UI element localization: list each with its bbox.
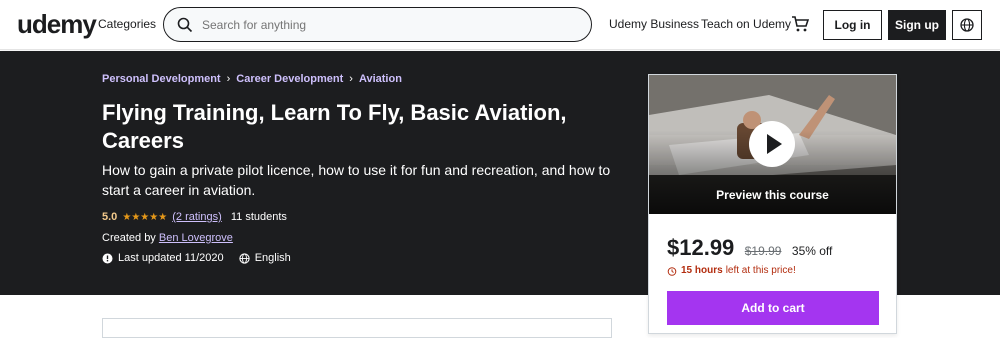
add-to-cart-button[interactable]: Add to cart — [667, 291, 879, 325]
star-rating-icon: ★★★★★ — [122, 212, 168, 223]
search-icon[interactable] — [177, 17, 193, 33]
udemy-business-link[interactable]: Udemy Business — [609, 17, 699, 31]
course-subtitle: How to gain a private pilot licence, how… — [102, 162, 611, 198]
rating-row: 5.0 ★★★★★ (2 ratings) 11 students — [102, 211, 287, 223]
login-button[interactable]: Log in — [823, 10, 882, 40]
rating-score: 5.0 — [102, 211, 118, 223]
globe-icon — [239, 252, 250, 264]
play-icon[interactable] — [749, 121, 795, 167]
logo-text: udemy — [17, 9, 97, 39]
timer-text: left at this price! — [725, 265, 796, 276]
last-updated: Last updated 11/2020 — [118, 252, 224, 264]
chevron-right-icon: › — [226, 73, 231, 85]
ratings-count-link[interactable]: (2 ratings) — [172, 211, 222, 223]
chevron-right-icon: › — [349, 73, 353, 85]
alert-badge-icon — [102, 253, 113, 263]
course-meta: Last updated 11/2020 English — [102, 252, 303, 267]
breadcrumb-item-personal-development[interactable]: Personal Development — [102, 73, 221, 85]
original-price: $19.99 — [744, 244, 782, 258]
course-language: English — [254, 252, 291, 264]
instructor-link[interactable]: Ben Lovegrove — [159, 232, 233, 244]
breadcrumb-item-aviation[interactable]: Aviation — [359, 73, 402, 85]
current-price: $12.99 — [667, 235, 735, 260]
timer-hours: 15 hours — [681, 265, 723, 276]
alarm-clock-icon — [667, 266, 677, 276]
search-bar[interactable] — [163, 7, 592, 42]
udemy-logo[interactable]: udemy — [17, 9, 97, 40]
students-count: 11 students — [230, 211, 287, 223]
preview-course-label[interactable]: Preview this course — [649, 188, 896, 202]
breadcrumb: Personal Development › Career Development ›… — [102, 73, 402, 85]
sale-timer: 15 hours left at this price! — [667, 265, 796, 276]
breadcrumb-item-career-development[interactable]: Career Development — [236, 73, 343, 85]
discount-percent: 35% off — [791, 244, 833, 258]
created-by-label: Created by — [102, 232, 156, 244]
course-title: Flying Training, Learn To Fly, Basic Avi… — [102, 100, 567, 153]
price-row: $12.99 $19.99 35% off — [667, 235, 832, 261]
created-by: Created by Ben Lovegrove — [102, 232, 233, 244]
shopping-cart-icon[interactable] — [791, 15, 809, 33]
purchase-card: Preview this course $12.99 $19.99 35% of… — [648, 74, 897, 334]
course-preview[interactable]: Preview this course — [649, 75, 896, 214]
what-you-will-learn-box — [102, 318, 612, 338]
globe-icon — [960, 18, 974, 32]
categories-link[interactable]: Categories — [98, 17, 156, 31]
search-input[interactable] — [202, 16, 572, 34]
language-button[interactable] — [952, 10, 982, 40]
top-header: udemy Categories Udemy Business Teach on… — [0, 0, 1000, 50]
signup-button[interactable]: Sign up — [888, 10, 946, 40]
teach-on-udemy-link[interactable]: Teach on Udemy — [701, 17, 791, 31]
